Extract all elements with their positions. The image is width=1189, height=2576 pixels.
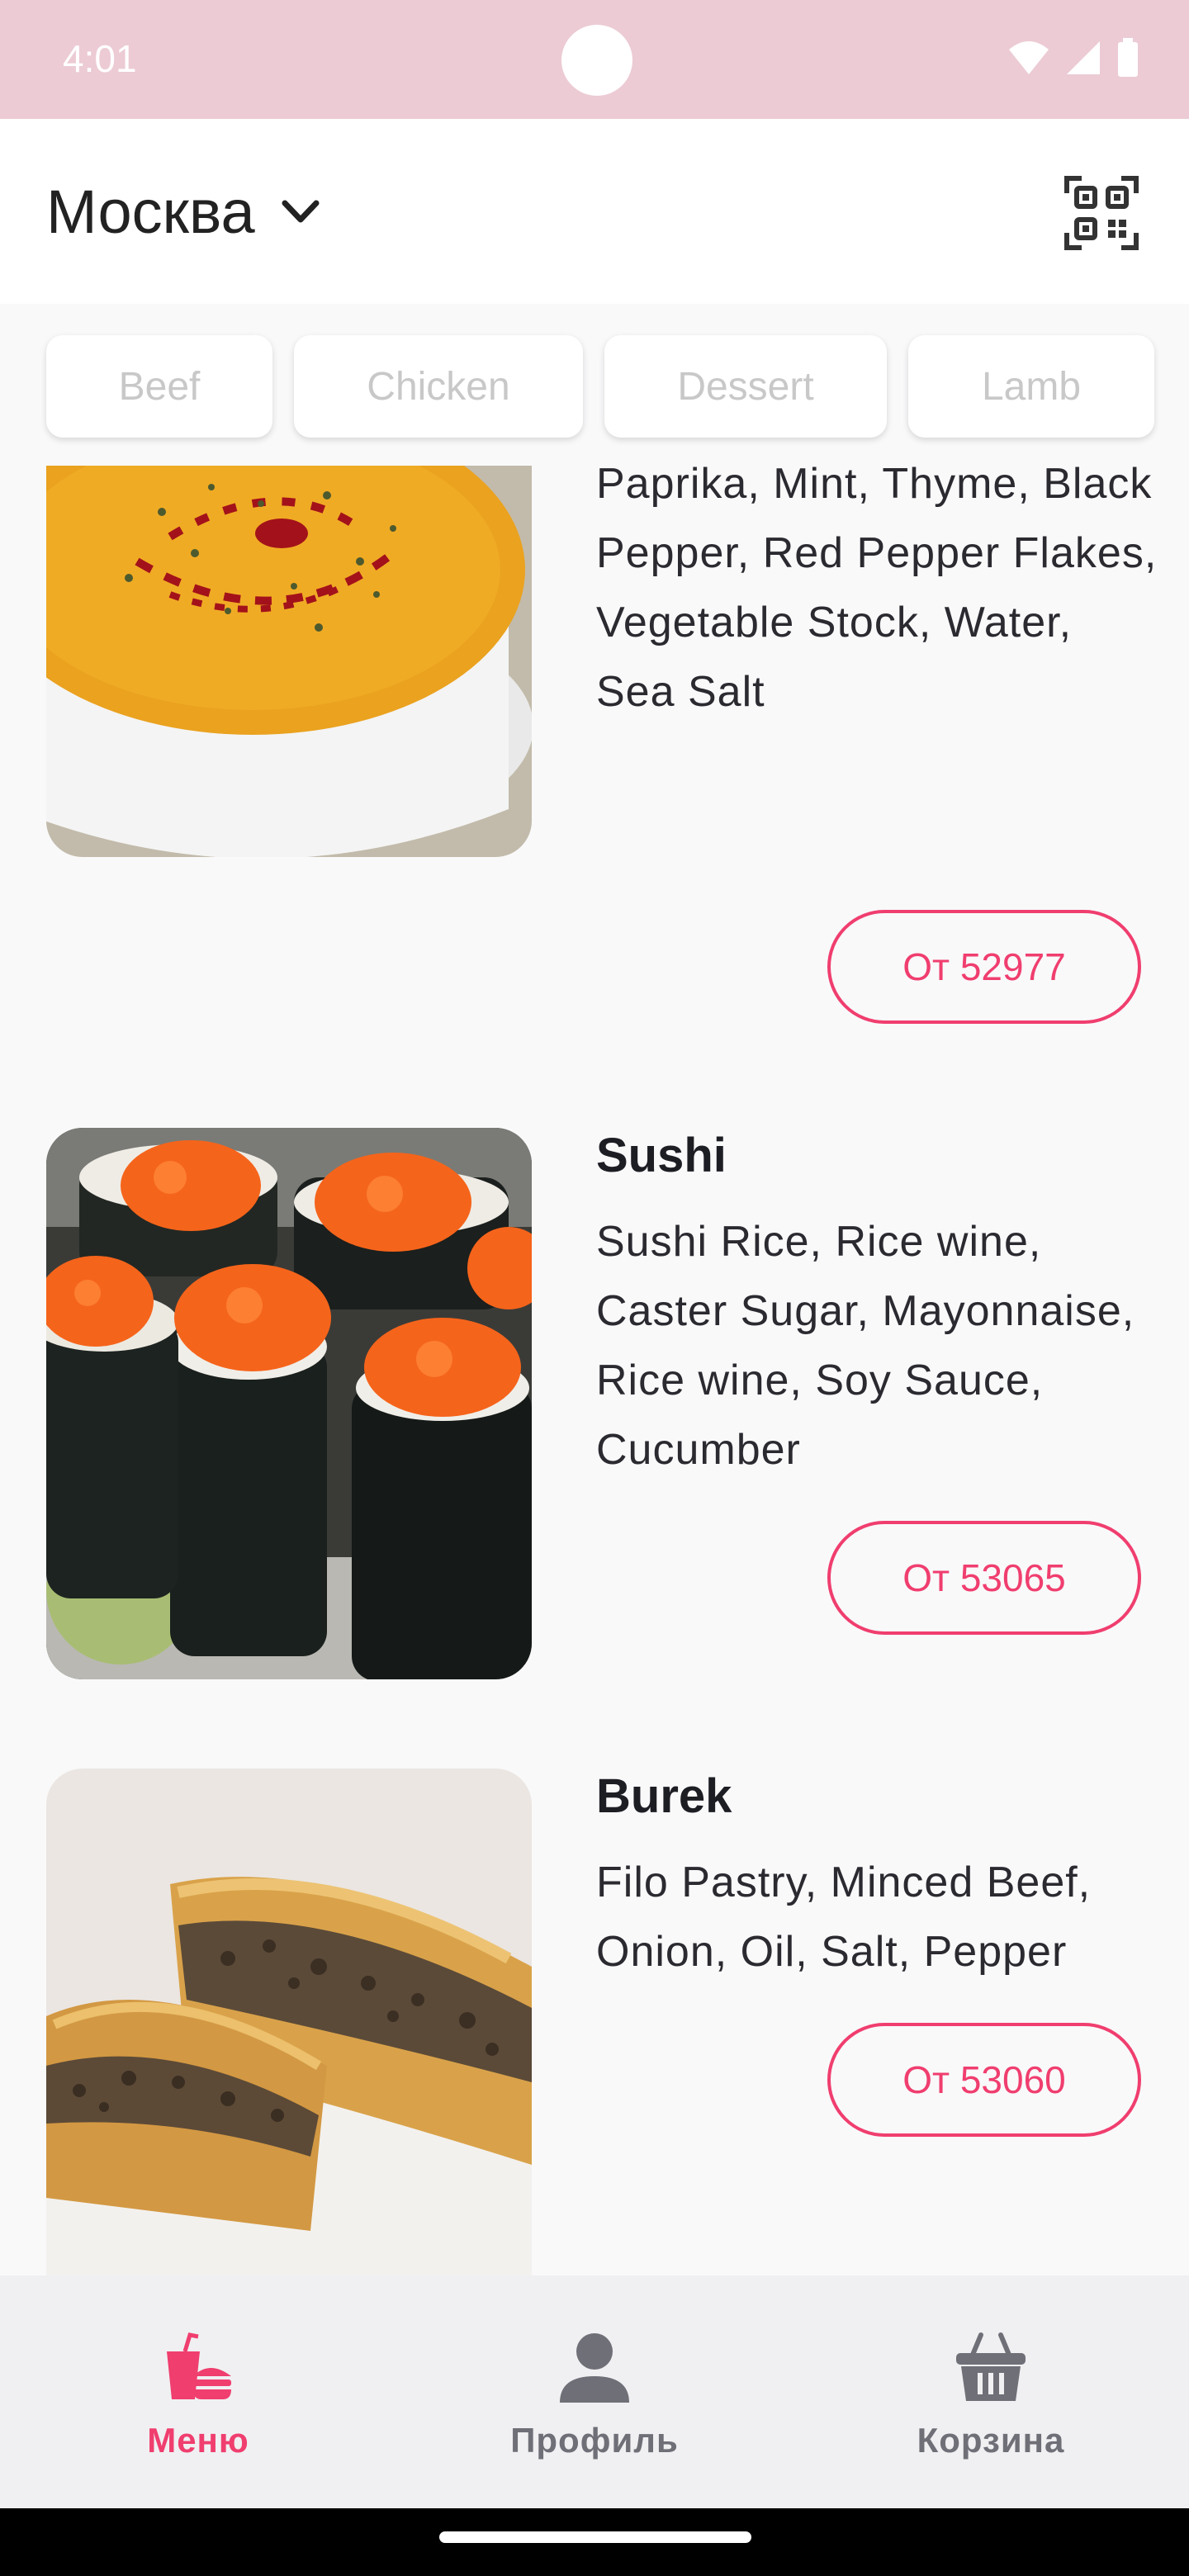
home-gesture-handle[interactable] — [439, 2531, 751, 2543]
category-chip-dessert[interactable]: Dessert — [604, 335, 887, 438]
app-screen: 4:01 Москва Beef Chicken Dessert Lamb Pa… — [0, 0, 1189, 2576]
status-icons — [1007, 38, 1139, 78]
cellular-signal-icon — [1067, 41, 1100, 74]
wifi-icon — [1009, 41, 1049, 74]
sushi-image — [46, 1128, 532, 1679]
status-bar: 4:01 — [0, 0, 1189, 119]
nav-item-menu[interactable]: Меню — [0, 2275, 396, 2508]
item-ingredients: Filo Pastry, Minced Beef, Onion, Oil, Sa… — [596, 1859, 1092, 1976]
price-button[interactable]: От 52977 — [827, 910, 1141, 1024]
item-name: Sushi — [596, 1129, 727, 1182]
category-chip-beef[interactable]: Beef — [46, 335, 272, 438]
qr-code-icon — [1064, 176, 1139, 250]
category-chip-lamb[interactable]: Lamb — [908, 335, 1154, 438]
bottom-navigation: Меню Профиль Корзина — [0, 2275, 1189, 2508]
top-app-bar: Москва — [0, 119, 1189, 304]
nav-item-profile[interactable]: Профиль — [396, 2275, 793, 2508]
person-icon — [560, 2333, 629, 2403]
nav-label-profile: Профиль — [510, 2421, 679, 2460]
price-button[interactable]: От 53065 — [827, 1521, 1141, 1635]
city-label: Москва — [46, 178, 255, 246]
price-button[interactable]: От 53060 — [827, 2023, 1141, 2137]
item-ingredients: Sushi Rice, Rice wine, Caster Sugar, May… — [596, 1218, 1135, 1474]
basket-icon — [956, 2332, 1026, 2401]
nav-label-menu: Меню — [147, 2421, 249, 2460]
qr-scan-button[interactable] — [1063, 175, 1139, 251]
camera-cutout — [561, 25, 632, 96]
category-chip-chicken[interactable]: Chicken — [294, 335, 583, 438]
battery-icon — [1118, 38, 1138, 77]
item-name: Burek — [596, 1769, 732, 1823]
status-time: 4:01 — [63, 37, 137, 80]
nav-label-cart: Корзина — [917, 2421, 1065, 2460]
nav-item-cart[interactable]: Корзина — [793, 2275, 1189, 2508]
burek-image — [46, 1769, 532, 2275]
city-selector[interactable]: Москва — [46, 177, 321, 247]
soup-image — [46, 466, 532, 857]
menu-list[interactable]: Tomato Puree, Cumin, Paprika, Mint, Thym… — [0, 466, 1189, 2275]
item-ingredients: Tomato Puree, Cumin, Paprika, Mint, Thym… — [596, 466, 1158, 716]
system-gesture-bar — [0, 2508, 1189, 2576]
category-chips: Beef Chicken Dessert Lamb — [0, 304, 1189, 466]
fastfood-icon — [167, 2332, 231, 2399]
chevron-down-icon — [282, 200, 320, 222]
